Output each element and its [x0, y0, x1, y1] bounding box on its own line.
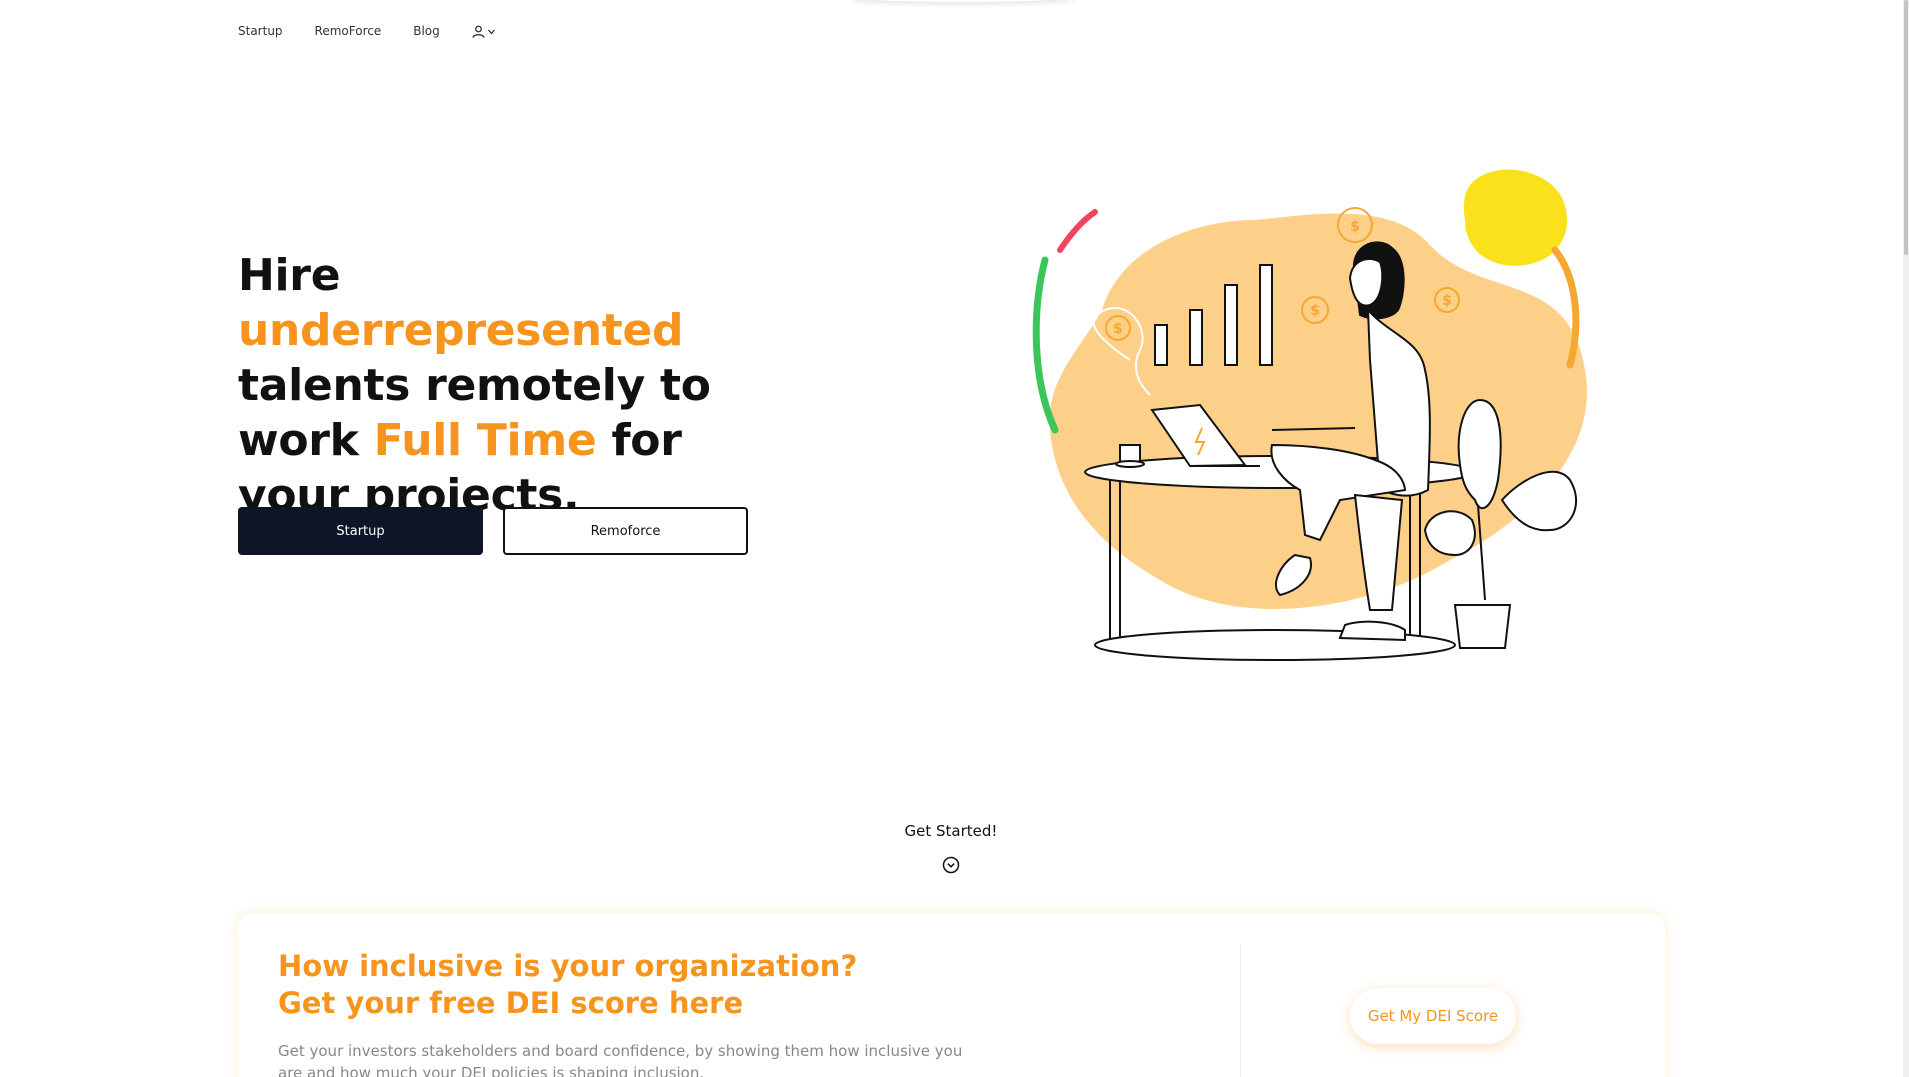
- illustration-bar-4: [1259, 264, 1273, 366]
- illustration-sun: [1463, 169, 1568, 266]
- user-menu[interactable]: [472, 25, 496, 38]
- svg-text:$: $: [1442, 293, 1452, 309]
- remoforce-button[interactable]: Remoforce: [503, 507, 748, 555]
- illustration-blob: [1049, 213, 1588, 609]
- dei-title-line-2: Get your free DEI score here: [278, 986, 744, 1020]
- hero-title: Hire underrepresented talents remotely t…: [238, 248, 798, 523]
- dei-title-line-1: How inclusive is your organization?: [278, 949, 858, 983]
- dei-title: How inclusive is your organization? Get …: [278, 948, 857, 1022]
- dei-score-card: How inclusive is your organization? Get …: [238, 914, 1665, 1077]
- svg-text:$: $: [1350, 219, 1360, 235]
- svg-text:$: $: [1310, 303, 1320, 319]
- illustration-bar-2: [1189, 309, 1203, 366]
- top-edge-shadow: [850, 0, 1075, 2]
- nav-blog[interactable]: Blog: [413, 24, 440, 38]
- illustration-bar-1: [1154, 324, 1168, 366]
- chevron-down-icon: [487, 29, 495, 34]
- nav-startup[interactable]: Startup: [238, 24, 283, 38]
- illustration-red-arc: [1057, 209, 1098, 253]
- hero-title-highlight-2: Full Time: [373, 415, 597, 466]
- nav-remoforce[interactable]: RemoForce: [315, 24, 382, 38]
- hero-title-highlight-1: underrepresented: [238, 305, 684, 356]
- startup-button[interactable]: Startup: [238, 507, 483, 555]
- dei-description: Get your investors stakeholders and boar…: [278, 1042, 963, 1077]
- top-nav: Startup RemoForce Blog: [238, 24, 496, 38]
- dei-card-divider: [1240, 944, 1241, 1077]
- hero-illustration: $ $ $ $: [1032, 169, 1588, 661]
- get-started-label[interactable]: Get Started!: [850, 822, 1052, 840]
- hero-title-part-1: Hire: [238, 250, 341, 301]
- page-scrollbar[interactable]: [1903, 0, 1909, 1077]
- chevron-down-circle-icon[interactable]: [941, 855, 961, 875]
- illustration-bar-3: [1224, 284, 1238, 366]
- user-icon: [472, 25, 485, 38]
- get-dei-score-button[interactable]: Get My DEI Score: [1350, 988, 1516, 1044]
- scrollbar-thumb[interactable]: [1904, 0, 1908, 255]
- svg-text:$: $: [1113, 321, 1123, 337]
